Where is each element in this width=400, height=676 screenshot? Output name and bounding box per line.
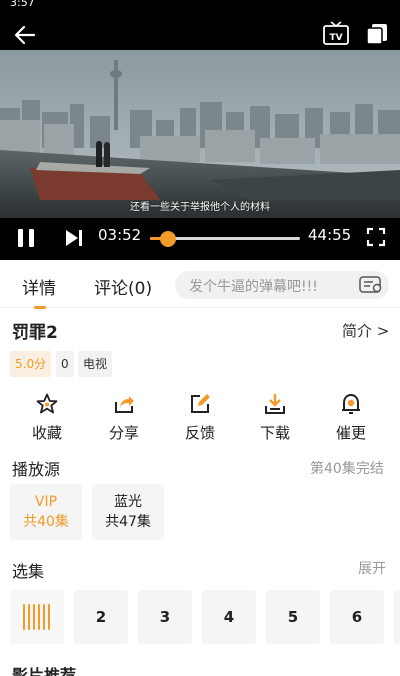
download-label: 下载 [259,424,290,442]
edit-icon [191,394,210,413]
danmaku-settings-icon[interactable] [359,276,383,294]
active-tab-indicator [34,306,46,309]
share-button[interactable]: 分享 [94,392,154,443]
share-icon [115,396,134,413]
current-time: 03:52 [98,226,142,244]
score-badge: 5.0分 [10,351,52,377]
svg-text:TV: TV [329,33,342,43]
action-bar: 收藏 分享 反馈 下载 催更 [0,392,400,444]
tv-cast-icon[interactable]: TV [322,21,350,47]
episode-5[interactable]: 5 [266,590,320,644]
player-controls: 03:52 44:55 [0,218,400,260]
episode-2[interactable]: 2 [74,590,128,644]
star-icon [36,393,58,414]
show-title: 罚罪2 [12,323,58,343]
intro-link[interactable]: 简介 > [342,320,389,341]
source-name: VIP [34,494,58,510]
remind-label: 催更 [335,424,366,442]
status-bar: 3:57 [0,0,400,14]
episode-1-playing[interactable] [10,590,64,644]
danmaku-placeholder: 发个牛逼的弹幕吧!!! [189,279,318,295]
episode-7-partial[interactable] [394,590,400,644]
status-time: 3:57 [10,0,35,9]
remind-button[interactable]: 催更 [321,392,381,443]
pause-icon[interactable] [14,226,38,250]
floating-window-icon[interactable] [365,22,389,46]
download-button[interactable]: 下载 [245,392,305,443]
episode-3[interactable]: 3 [138,590,192,644]
video-scene-image [0,50,400,218]
detail-tabs: 详情 评论(0) 发个牛逼的弹幕吧!!! [0,262,400,309]
video-frame[interactable] [0,50,400,218]
back-arrow-icon[interactable] [12,22,38,48]
count-badge: 0 [56,351,74,377]
player-top-bar: TV [0,14,400,54]
type-badge: 电视 [78,351,113,377]
favorite-label: 收藏 [31,424,62,442]
source-card-vip[interactable]: VIP 共40集 [10,484,82,540]
source-episodes: 共47集 [105,514,151,530]
episodes-title: 选集 [12,562,45,581]
seek-thumb[interactable] [160,231,176,247]
tab-details[interactable]: 详情 [22,274,56,299]
episodes-expand[interactable]: 展开 [358,558,386,578]
duration-time: 44:55 [308,226,352,244]
recommend-title: 影片推荐 [12,666,77,676]
video-player[interactable]: 3:57 TV 还看一些关于举报他个人的材料 03:52 44:55 [0,0,400,260]
sources-title: 播放源 [12,460,61,479]
sources-status: 第40集完结 [310,461,384,477]
bell-icon [342,393,360,414]
episode-4[interactable]: 4 [202,590,256,644]
source-card-bluray[interactable]: 蓝光 共47集 [92,484,164,540]
danmaku-input[interactable]: 发个牛逼的弹幕吧!!! [175,271,389,299]
fullscreen-icon[interactable] [366,227,386,247]
video-subtitle: 还看一些关于举报他个人的材料 [130,202,270,213]
next-episode-icon[interactable] [62,226,86,250]
source-name: 蓝光 [114,494,142,510]
download-icon [265,394,285,414]
feedback-button[interactable]: 反馈 [170,392,230,443]
episode-6[interactable]: 6 [330,590,384,644]
feedback-label: 反馈 [184,424,215,442]
tab-comments[interactable]: 评论(0) [94,274,152,299]
source-episodes: 共40集 [23,514,69,530]
share-label: 分享 [108,424,139,442]
favorite-button[interactable]: 收藏 [17,392,77,443]
seek-bar[interactable] [150,231,300,247]
